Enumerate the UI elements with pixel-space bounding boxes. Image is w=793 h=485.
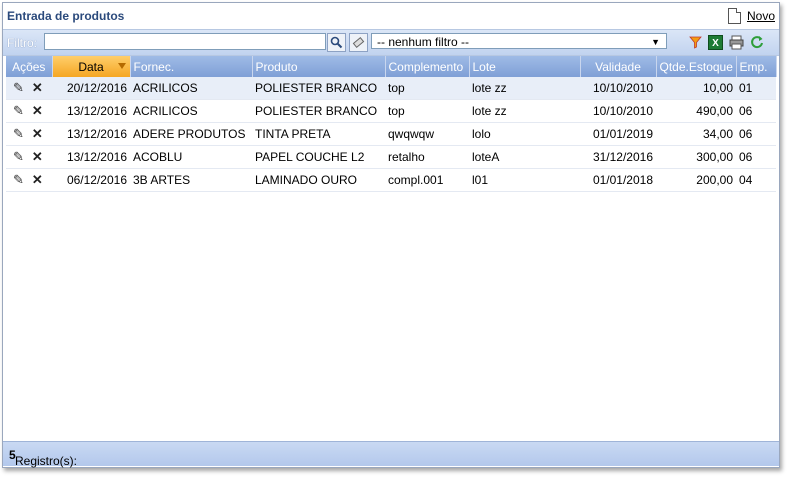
col-complemento[interactable]: Complemento	[385, 56, 470, 77]
record-count-label: Registro(s):	[15, 454, 78, 468]
cell-qtde: 10,00	[656, 77, 736, 100]
search-button[interactable]	[327, 33, 346, 52]
grid-header-row: Ações Data Fornec. Produto Complemento L…	[6, 56, 777, 77]
svg-text:X: X	[712, 38, 719, 49]
cell-data: 13/12/2016	[52, 122, 130, 146]
cell-qtde: 34,00	[656, 122, 736, 146]
delete-x-icon[interactable]: ✕	[32, 80, 43, 96]
filter-input[interactable]	[44, 33, 326, 50]
table-row[interactable]: ✎ ✕ 13/12/2016 ACOBLU PAPEL COUCHE L2 ret…	[6, 145, 776, 169]
record-count: Registro(s): 5	[9, 448, 77, 468]
dropdown-arrow-icon[interactable]: ▼	[651, 34, 660, 50]
panel-header: Entrada de produtos Novo	[3, 3, 779, 29]
cell-lote: l01	[469, 168, 580, 192]
cell-complemento: top	[385, 99, 469, 123]
cell-validade: 01/01/2018	[580, 168, 656, 192]
page-title: Entrada de produtos	[7, 9, 125, 23]
col-data-label: Data	[78, 59, 104, 74]
edit-pencil-icon[interactable]: ✎	[13, 103, 24, 119]
table-row[interactable]: ✎ ✕ 20/12/2016 ACRILICOS POLIESTER BRANCO…	[6, 77, 776, 100]
col-fornec[interactable]: Fornec.	[130, 56, 253, 77]
cell-emp: 04	[736, 168, 776, 192]
cell-fornec: ACRILICOS	[130, 77, 252, 100]
delete-x-icon[interactable]: ✕	[32, 126, 43, 142]
edit-pencil-icon[interactable]: ✎	[13, 149, 24, 165]
cell-emp: 06	[736, 99, 776, 123]
table-row[interactable]: ✎ ✕ 13/12/2016 ADERE PRODUTOS TINTA PRETA…	[6, 122, 776, 146]
clear-filter-button[interactable]	[349, 33, 368, 52]
products-entry-panel: Entrada de produtos Novo Filtro: -- nenh…	[2, 2, 780, 468]
delete-x-icon[interactable]: ✕	[32, 103, 43, 119]
cell-complemento: top	[385, 77, 469, 100]
delete-x-icon[interactable]: ✕	[32, 172, 43, 188]
edit-pencil-icon[interactable]: ✎	[13, 126, 24, 142]
products-grid: Ações Data Fornec. Produto Complemento L…	[6, 56, 777, 192]
cell-produto: PAPEL COUCHE L2	[252, 145, 385, 169]
table-row[interactable]: ✎ ✕ 13/12/2016 ACRILICOS POLIESTER BRANCO…	[6, 99, 776, 123]
filter-bar: Filtro: -- nenhum filtro -- ▼ X	[3, 29, 779, 56]
filter-select[interactable]: -- nenhum filtro -- ▼	[371, 33, 667, 49]
col-emp[interactable]: Emp.	[736, 56, 777, 77]
eraser-icon	[352, 36, 365, 49]
new-button[interactable]: Novo	[727, 8, 775, 24]
cell-produto: LAMINADO OURO	[252, 168, 385, 192]
cell-emp: 06	[736, 145, 776, 169]
cell-data: 13/12/2016	[52, 145, 130, 169]
col-produto[interactable]: Produto	[252, 56, 386, 77]
cell-fornec: ADERE PRODUTOS	[130, 122, 252, 146]
cell-lote: lote zz	[469, 77, 580, 100]
cell-fornec: ACRILICOS	[130, 99, 252, 123]
cell-complemento: retalho	[385, 145, 469, 169]
cell-complemento: qwqwqw	[385, 122, 469, 146]
cell-validade: 10/10/2010	[580, 99, 656, 123]
print-icon[interactable]	[728, 34, 744, 50]
sort-desc-icon[interactable]	[117, 63, 126, 69]
cell-qtde: 300,00	[656, 145, 736, 169]
cell-produto: TINTA PRETA	[252, 122, 385, 146]
cell-complemento: compl.001	[385, 168, 469, 192]
cell-fornec: 3B ARTES	[130, 168, 252, 192]
col-validade[interactable]: Validade	[580, 56, 657, 77]
filter-select-value: -- nenhum filtro --	[377, 35, 470, 49]
filter-label: Filtro:	[7, 36, 37, 50]
cell-emp: 01	[736, 77, 776, 100]
search-icon	[330, 36, 343, 49]
col-data[interactable]: Data	[52, 56, 131, 77]
col-lote[interactable]: Lote	[469, 56, 581, 77]
cell-validade: 10/10/2010	[580, 77, 656, 100]
col-qtde-estoque[interactable]: Qtde.Estoque	[656, 56, 737, 77]
new-link[interactable]: Novo	[747, 9, 775, 23]
cell-data: 20/12/2016	[52, 77, 130, 100]
cell-data: 13/12/2016	[52, 99, 130, 123]
cell-lote: loteA	[469, 145, 580, 169]
cell-data: 06/12/2016	[52, 168, 130, 192]
excel-export-icon[interactable]: X	[707, 34, 723, 50]
cell-fornec: ACOBLU	[130, 145, 252, 169]
cell-qtde: 490,00	[656, 99, 736, 123]
cell-validade: 01/01/2019	[580, 122, 656, 146]
edit-pencil-icon[interactable]: ✎	[13, 172, 24, 188]
new-document-icon[interactable]	[727, 8, 741, 24]
delete-x-icon[interactable]: ✕	[32, 149, 43, 165]
cell-validade: 31/12/2016	[580, 145, 656, 169]
refresh-icon[interactable]	[749, 34, 765, 50]
cell-qtde: 200,00	[656, 168, 736, 192]
col-acoes: Ações	[6, 56, 53, 77]
cell-lote: lote zz	[469, 99, 580, 123]
cell-produto: POLIESTER BRANCO	[252, 77, 385, 100]
cell-produto: POLIESTER BRANCO	[252, 99, 385, 123]
grid-footer: Registro(s): 5	[3, 441, 779, 468]
filter-funnel-icon[interactable]	[687, 34, 703, 50]
edit-pencil-icon[interactable]: ✎	[13, 80, 24, 96]
cell-lote: lolo	[469, 122, 580, 146]
table-row[interactable]: ✎ ✕ 06/12/2016 3B ARTES LAMINADO OURO com…	[6, 168, 776, 192]
cell-emp: 06	[736, 122, 776, 146]
